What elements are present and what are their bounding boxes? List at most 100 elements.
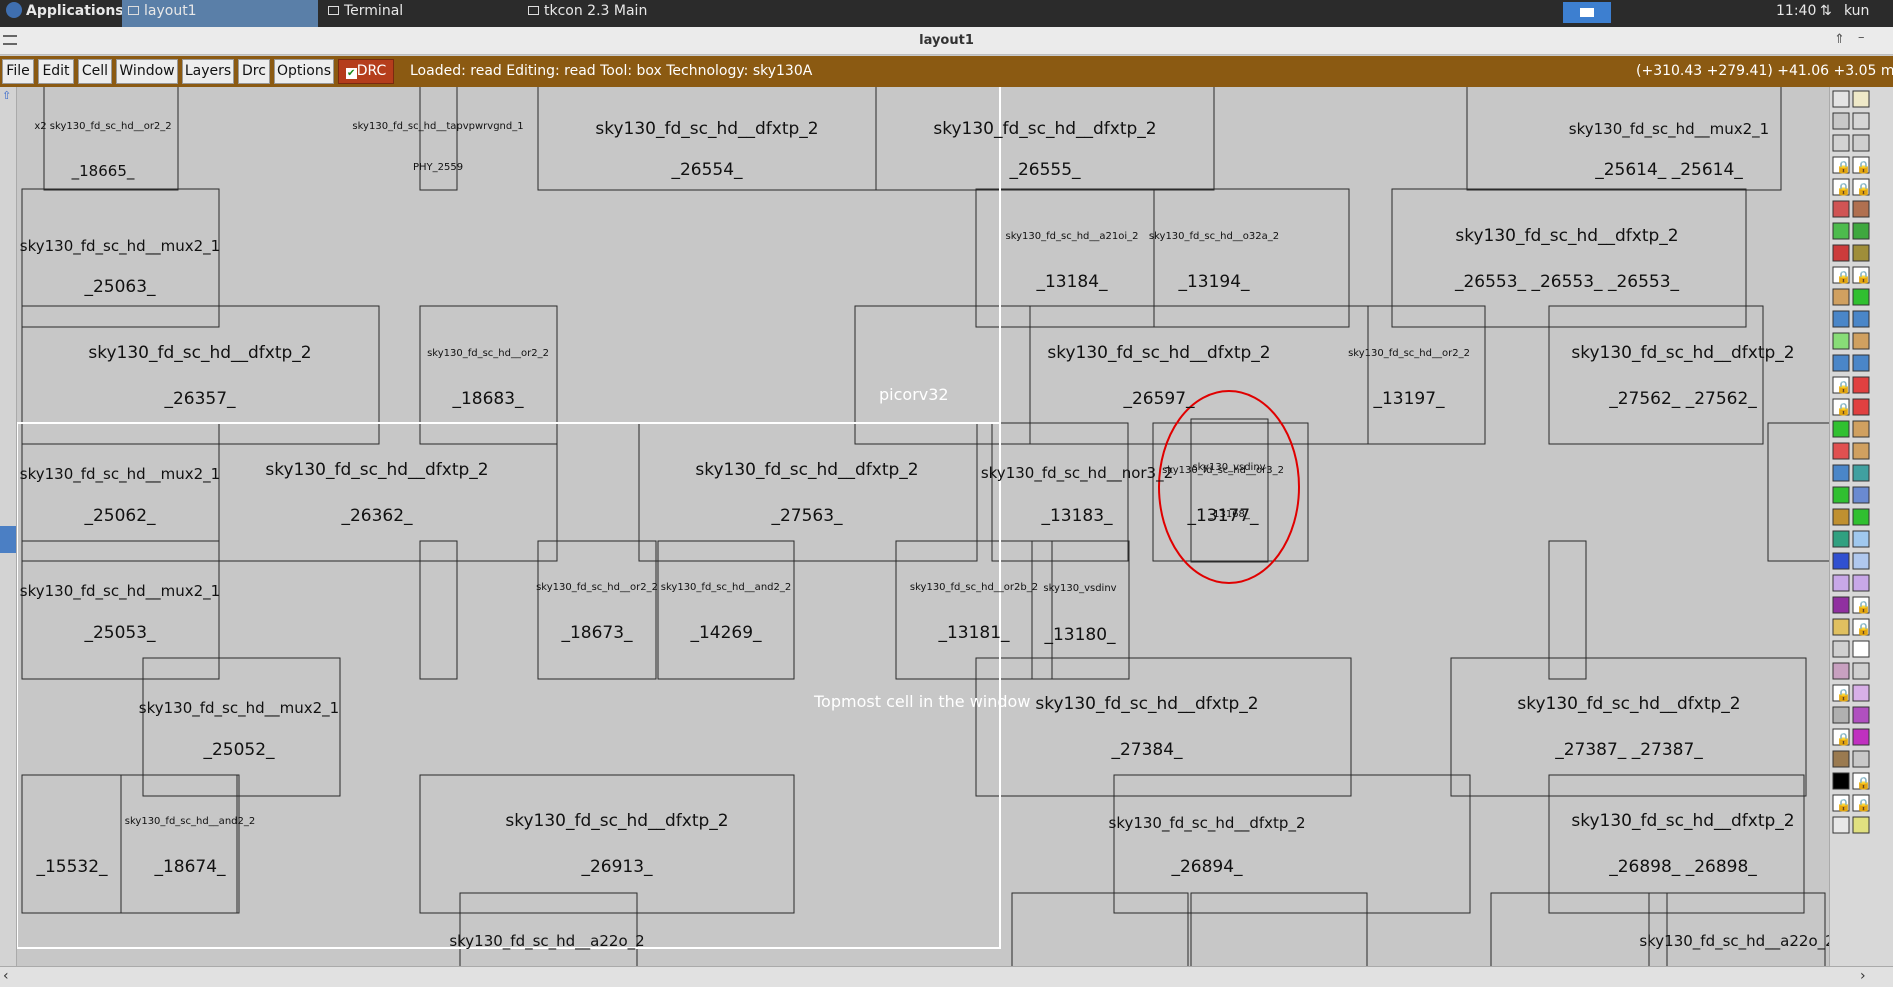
cell-instance-label: _26913_ <box>581 857 653 877</box>
clock: 11:40 <box>1776 3 1817 19</box>
vertical-scrollbar[interactable]: ⇧ <box>0 87 17 966</box>
highlight-circle <box>1158 390 1300 584</box>
svg-text:🔒: 🔒 <box>1856 798 1871 812</box>
cell-instance-label: _25052_ <box>203 740 275 760</box>
layer-palette[interactable]: 🔒 🔒 🔒 🔒 🔒 🔒 🔒 🔒 🔒 🔒 🔒 🔒 🔒 🔒 🔒 <box>1829 87 1893 966</box>
maximize-icon[interactable]: ⇑ <box>1834 32 1845 47</box>
cell-instance-label: _26555_ <box>1009 160 1081 180</box>
taskbar: Applications layout1 Terminal tkcon 2.3 … <box>0 0 1893 27</box>
cell-type-label: sky130_fd_sc_hd__dfxtp_2 <box>1517 694 1741 714</box>
svg-text:🔒: 🔒 <box>1856 270 1871 284</box>
cell-instance-label: _26597_ <box>1123 389 1195 409</box>
cell-type-label: sky130_fd_sc_hd__dfxtp_2 <box>695 460 919 480</box>
cell-instance-label: PHY_2559 <box>412 162 464 173</box>
cell-instance-label: _15532_ <box>36 857 108 877</box>
layout-canvas[interactable]: x2 sky130_fd_sc_hd__or2_2 _18665_ sky130… <box>17 87 1829 966</box>
cell-type-label: sky130_fd_sc_hd__and2_2 <box>660 582 792 593</box>
app-logo-icon <box>6 2 22 18</box>
cell-type-label: sky130_fd_sc_hd__dfxtp_2 <box>88 343 312 363</box>
network-icon: ⇅ <box>1820 3 1832 19</box>
cell-type-label: sky130_fd_sc_hd__a22o_2 <box>449 932 645 950</box>
svg-text:🔒: 🔒 <box>1836 732 1851 746</box>
layer-swatches[interactable]: 🔒 🔒 🔒 🔒 🔒 🔒 🔒 🔒 🔒 🔒 🔒 🔒 🔒 🔒 🔒 <box>1830 87 1893 966</box>
cell-instance-label: _25062_ <box>84 506 156 526</box>
cell-instance-label: _26894_ <box>1171 857 1243 877</box>
menu-window[interactable]: Window <box>116 59 178 84</box>
cell-instance-label: _18674_ <box>154 857 226 877</box>
cell-instance-label: _13184_ <box>1036 272 1108 292</box>
applications-menu[interactable]: Applications <box>0 0 124 27</box>
cell-type-label: sky130_fd_sc_hd__dfxtp_2 <box>1571 811 1795 831</box>
taskbar-tab-terminal[interactable]: Terminal <box>322 0 518 27</box>
window-icon <box>128 6 139 15</box>
window-title: layout1 <box>919 33 974 48</box>
cell-instance-label: _25053_ <box>84 623 156 643</box>
status-text: Loaded: read Editing: read Tool: box Tec… <box>410 63 813 79</box>
svg-text:🔒: 🔒 <box>1836 798 1851 812</box>
menu-edit[interactable]: Edit <box>38 59 74 84</box>
menu-file[interactable]: File <box>2 59 34 84</box>
svg-text:🔒: 🔒 <box>1836 402 1851 416</box>
svg-text:🔒: 🔒 <box>1856 776 1871 790</box>
drc-toggle[interactable]: ✔DRC <box>338 59 394 84</box>
checkbox-icon: ✔ <box>345 68 357 79</box>
cell-instance-label: _27562_ _27562_ <box>1609 389 1757 409</box>
menu-cell[interactable]: Cell <box>78 59 112 84</box>
terminal-icon <box>328 6 339 15</box>
cell-instance-label: _26357_ <box>164 389 236 409</box>
cell-type-label: sky130_fd_sc_hd__dfxtp_2 <box>1571 343 1795 363</box>
cell-type-label: sky130_fd_sc_hd__mux2_1 <box>19 237 221 255</box>
cell-instance-label: _26362_ <box>341 506 413 526</box>
cell-type-label: sky130_fd_sc_hd__mux2_1 <box>19 465 221 483</box>
cell-type-label: sky130_vsdinv <box>1192 462 1266 473</box>
cell-type-label: sky130_fd_sc_hd__dfxtp_2 <box>1035 694 1259 714</box>
svg-text:🔒: 🔒 <box>1856 160 1871 174</box>
cell-type-label: sky130_fd_sc_hd__or2_2 <box>427 348 549 359</box>
cell-instance-label: _13183_ <box>1041 506 1113 526</box>
topmost-cell-hint: Topmost cell in the window <box>814 692 1031 711</box>
minimize-icon[interactable]: – <box>1858 30 1865 45</box>
cell-instance-label: _18683_ <box>452 389 524 409</box>
cell-type-label: sky130_fd_sc_hd__tapvpwrvgnd_1 <box>352 121 524 132</box>
window-icon <box>528 6 539 15</box>
cell-instance-label: _13194_ <box>1178 272 1250 292</box>
user-name[interactable]: kun <box>1838 0 1869 27</box>
taskbar-tab-tkcon[interactable]: tkcon 2.3 Main <box>522 0 718 27</box>
svg-text:🔒: 🔒 <box>1836 160 1851 174</box>
cell-type-label: sky130_fd_sc_hd__mux2_1 <box>138 699 340 717</box>
cell-instance-label: _26554_ <box>671 160 743 180</box>
workspace-icon <box>1580 8 1594 17</box>
cell-type-label: sky130_fd_sc_hd__or2b_2 <box>909 582 1039 593</box>
horizontal-scrollbar[interactable]: ‹ › <box>0 966 1893 987</box>
cell-instance-label: _27563_ <box>771 506 843 526</box>
top-cell-name: picorv32 <box>879 385 949 404</box>
cell-instance-label: _13180_ <box>1044 625 1116 645</box>
cell-type-label: sky130_fd_sc_hd__or2_2 <box>1348 348 1470 359</box>
window-titlebar: layout1 ⇑ – <box>0 27 1893 55</box>
svg-text:🔒: 🔒 <box>1836 182 1851 196</box>
workspace-switcher[interactable] <box>1563 2 1611 23</box>
scroll-right-icon[interactable]: › <box>1860 968 1866 984</box>
cell-type-label: x2 sky130_fd_sc_hd__or2_2 <box>34 121 172 132</box>
cell-type-label: sky130_fd_sc_hd__o32a_2 <box>1148 231 1280 242</box>
cell-type-label: sky130_fd_sc_hd__and2_2 <box>124 816 256 827</box>
cell-type-label: sky130_vsdinv <box>1043 583 1117 594</box>
cursor-coords: (+310.43 +279.41) +41.06 +3.05 m <box>1636 63 1893 79</box>
menu-layers[interactable]: Layers <box>182 59 234 84</box>
cell-instance-label: _27384_ <box>1111 740 1183 760</box>
cell-type-label: sky130_fd_sc_hd__dfxtp_2 <box>265 460 489 480</box>
cell-type-label: sky130_fd_sc_hd__a22o_2 <box>1639 932 1829 950</box>
taskbar-tab-layout1[interactable]: layout1 <box>122 0 318 27</box>
svg-text:🔒: 🔒 <box>1856 622 1871 636</box>
scroll-left-icon[interactable]: ‹ <box>3 968 9 984</box>
cell-instance-label: _25063_ <box>84 277 156 297</box>
cell-type-label: sky130_fd_sc_hd__dfxtp_2 <box>933 119 1157 139</box>
menu-drc[interactable]: Drc <box>238 59 270 84</box>
scroll-up-icon[interactable]: ⇧ <box>2 89 14 103</box>
cell-type-label: sky130_fd_sc_hd__dfxtp_2 <box>505 811 729 831</box>
cell-instance-label: _26553_ _26553_ _26553_ <box>1454 272 1680 292</box>
scroll-thumb[interactable] <box>0 526 16 553</box>
menu-options[interactable]: Options <box>274 59 334 84</box>
cell-type-label: sky130_fd_sc_hd__dfxtp_2 <box>1047 343 1271 363</box>
cell-type-label: sky130_fd_sc_hd__nor3_2 <box>980 464 1174 482</box>
